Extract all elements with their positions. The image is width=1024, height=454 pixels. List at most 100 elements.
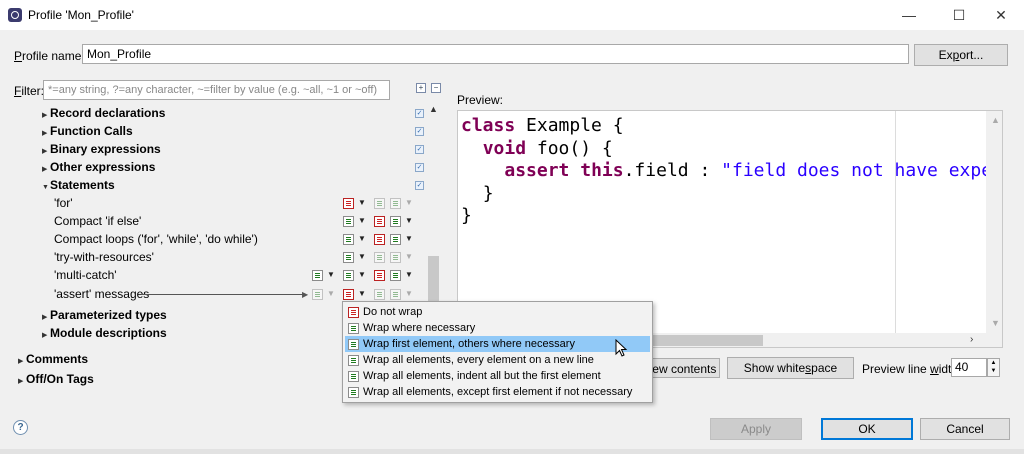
scroll-up-icon[interactable]: ▲ — [991, 115, 1000, 125]
tree-item-assert-messages[interactable]: 'assert' messages — [54, 285, 149, 303]
spinner-down-icon[interactable]: ▼ — [988, 367, 999, 375]
preview-line-width-input[interactable]: 40 — [951, 358, 987, 377]
tree-item-try-with-resources[interactable]: 'try-with-resources' — [54, 248, 154, 266]
expand-arrow-icon: ▶ — [18, 358, 24, 365]
wrap-all-indent-icon — [348, 371, 359, 382]
wrap-policy-icon[interactable] — [390, 216, 401, 227]
dropdown-arrow-icon[interactable]: ▼ — [405, 234, 413, 243]
indent-policy-icon — [374, 252, 385, 263]
wrap-policy-icon — [390, 289, 401, 300]
dropdown-arrow-icon[interactable]: ▼ — [358, 234, 366, 243]
tree-item-statements[interactable]: ▼Statements — [42, 176, 115, 194]
menu-item-wrap-first-element[interactable]: Wrap first element, others where necessa… — [345, 336, 650, 352]
window-title: Profile 'Mon_Profile' — [28, 8, 134, 22]
dropdown-arrow-icon: ▼ — [405, 252, 413, 261]
menu-item-wrap-where-necessary[interactable]: Wrap where necessary — [345, 320, 650, 336]
close-button[interactable]: ✕ — [978, 0, 1024, 30]
profile-name-label: Profile name: — [14, 49, 85, 63]
scroll-right-icon[interactable]: › — [970, 334, 973, 345]
dropdown-arrow-icon[interactable]: ▼ — [358, 216, 366, 225]
dropdown-arrow-icon[interactable]: ▼ — [405, 216, 413, 225]
dropdown-arrow-icon[interactable]: ▼ — [358, 270, 366, 279]
expand-arrow-icon: ▶ — [18, 378, 24, 385]
checkbox-icon[interactable]: ✓ — [415, 145, 424, 154]
expand-all-icon[interactable]: + — [416, 83, 426, 93]
wrap-policy-icon[interactable] — [312, 270, 323, 281]
wrap-policy-icon[interactable] — [343, 216, 354, 227]
checkbox-icon[interactable]: ✓ — [415, 127, 424, 136]
scroll-down-icon[interactable]: ▼ — [991, 318, 1000, 328]
minimize-button[interactable]: — — [886, 0, 932, 30]
wrap-where-necessary-icon — [348, 323, 359, 334]
wrap-policy-icon[interactable] — [390, 270, 401, 281]
checkbox-icon[interactable]: ✓ — [415, 109, 424, 118]
app-icon — [8, 8, 22, 22]
preview-label: Preview: — [457, 93, 504, 107]
collapse-arrow-icon: ▼ — [42, 184, 49, 191]
preview-vertical-scrollbar[interactable] — [986, 111, 1002, 333]
mouse-cursor-icon — [615, 339, 628, 357]
menu-item-wrap-all-except-first[interactable]: Wrap all elements, except first element … — [345, 384, 650, 400]
tree-item-compact-loops[interactable]: Compact loops ('for', 'while', 'do while… — [54, 230, 258, 248]
wrap-policy-icon[interactable] — [343, 198, 354, 209]
tree-item-off-on-tags[interactable]: ▶ Off/On Tags — [18, 370, 94, 388]
maximize-button[interactable]: ☐ — [936, 0, 982, 30]
expand-arrow-icon: ▶ — [42, 332, 48, 339]
show-whitespace-button[interactable]: Show whitespace — [727, 357, 854, 379]
wrap-all-except-first-icon — [348, 387, 359, 398]
filter-input[interactable]: *=any string, ?=any character, ~=filter … — [43, 80, 390, 100]
dropdown-arrow-icon[interactable]: ▼ — [327, 270, 335, 279]
tree-item-comments[interactable]: ▶ Comments — [18, 350, 88, 368]
line-width-spinner[interactable]: ▲ ▼ — [987, 358, 1000, 377]
collapse-all-icon[interactable]: − — [431, 83, 441, 93]
scroll-up-icon[interactable]: ▲ — [429, 104, 438, 114]
print-margin-line — [895, 111, 896, 333]
preview-code: class Example { void foo() { assert this… — [461, 115, 1002, 226]
tree-item-compact-if-else[interactable]: Compact 'if else' — [54, 212, 141, 230]
tree-item-for[interactable]: 'for' — [54, 194, 73, 212]
cancel-button[interactable]: Cancel — [920, 418, 1010, 440]
wrap-policy-icon — [390, 198, 401, 209]
preview-line-width-label: Preview line width: — [862, 362, 961, 376]
wrap-all-elements-icon — [348, 355, 359, 366]
wrap-policy-icon[interactable] — [343, 234, 354, 245]
tree-item-binary-expressions[interactable]: ▶ Binary expressions — [42, 140, 161, 158]
wrap-policy-icon[interactable] — [343, 252, 354, 263]
tree-item-module-descriptions[interactable]: ▶ Module descriptions — [42, 324, 167, 342]
menu-item-do-not-wrap[interactable]: Do not wrap — [345, 304, 650, 320]
do-not-wrap-icon — [348, 307, 359, 318]
spinner-up-icon[interactable]: ▲ — [988, 359, 999, 367]
help-icon[interactable]: ? — [13, 420, 28, 435]
indent-policy-icon — [374, 198, 385, 209]
wrap-policy-icon — [312, 289, 323, 300]
export-button[interactable]: Export... — [914, 44, 1008, 66]
checkbox-icon[interactable]: ✓ — [415, 163, 424, 172]
tree-item-function-calls[interactable]: ▶ Function Calls — [42, 122, 133, 140]
indent-policy-icon[interactable] — [374, 270, 385, 281]
wrap-policy-icon[interactable] — [343, 270, 354, 281]
ok-button[interactable]: OK — [821, 418, 913, 440]
menu-item-wrap-all-new-line[interactable]: Wrap all elements, every element on a ne… — [345, 352, 650, 368]
wrap-first-element-icon — [348, 339, 359, 350]
dropdown-arrow-icon[interactable]: ▼ — [405, 270, 413, 279]
indent-policy-icon[interactable] — [374, 234, 385, 245]
dropdown-arrow-icon[interactable]: ▼ — [358, 289, 366, 298]
wrap-policy-icon[interactable] — [343, 289, 354, 300]
tree-item-multi-catch[interactable]: 'multi-catch' — [54, 266, 117, 284]
tree-item-record-declarations[interactable]: ▶ Record declarations — [42, 104, 165, 122]
dropdown-arrow-icon[interactable]: ▼ — [358, 252, 366, 261]
profile-name-input[interactable]: Mon_Profile — [82, 44, 909, 64]
tree-item-parameterized-types[interactable]: ▶ Parameterized types — [42, 306, 167, 324]
filter-label: Filter: — [14, 84, 45, 98]
wrap-policy-menu: Do not wrap Wrap where necessary Wrap fi… — [342, 301, 653, 403]
wrap-policy-icon[interactable] — [390, 234, 401, 245]
apply-button[interactable]: Apply — [710, 418, 802, 440]
dropdown-arrow-icon: ▼ — [405, 289, 413, 298]
connector-arrow-icon: ▶ — [302, 290, 309, 299]
indent-policy-icon[interactable] — [374, 216, 385, 227]
checkbox-icon[interactable]: ✓ — [415, 181, 424, 190]
dropdown-arrow-icon: ▼ — [405, 198, 413, 207]
tree-item-other-expressions[interactable]: ▶ Other expressions — [42, 158, 155, 176]
menu-item-wrap-all-indent[interactable]: Wrap all elements, indent all but the fi… — [345, 368, 650, 384]
dropdown-arrow-icon[interactable]: ▼ — [358, 198, 366, 207]
